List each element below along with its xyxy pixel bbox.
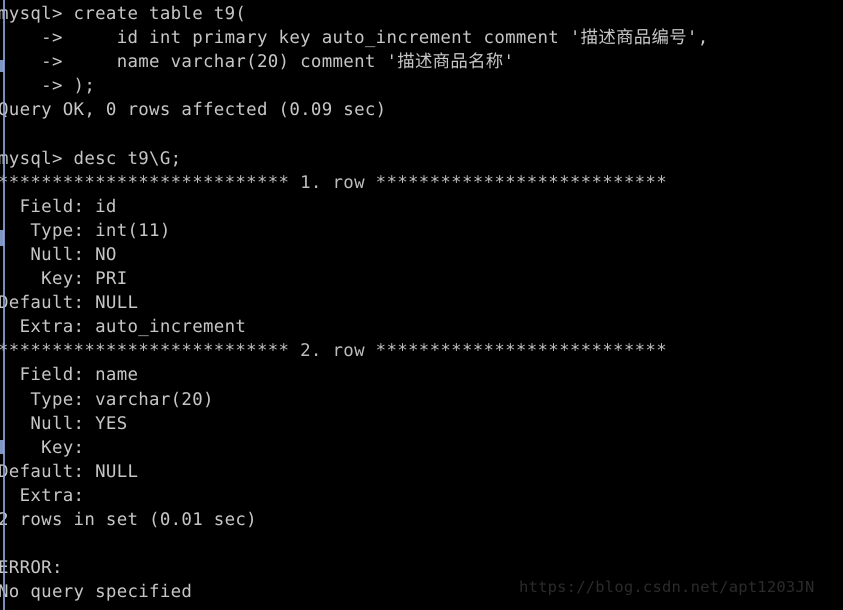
console-line-blank xyxy=(0,532,843,556)
console-line: Key: xyxy=(0,437,96,458)
terminal-window[interactable]: mysql> create table t9( -> id int primar… xyxy=(0,0,843,610)
window-left-edge xyxy=(3,0,5,610)
console-line: -> name varchar(20) comment '描述商品名称' xyxy=(0,52,515,73)
console-line: Type: varchar(20) xyxy=(0,389,214,410)
console-line: Null: NO xyxy=(0,244,117,265)
console-line: Field: id xyxy=(0,196,117,217)
console-line: Type: int(11) xyxy=(0,220,171,241)
console-line: Key: PRI xyxy=(0,269,128,290)
console-line: -> id int primary key auto_increment com… xyxy=(0,28,709,49)
console-output[interactable]: mysql> create table t9( -> id int primar… xyxy=(0,2,843,604)
watermark-url: https://blog.csdn.net/apt1203JN xyxy=(519,578,815,596)
console-line: Extra: xyxy=(0,485,96,506)
console-line-blank xyxy=(0,122,843,146)
console-line: mysql> desc t9\G; xyxy=(0,148,182,169)
console-line: Default: NULL xyxy=(0,293,139,314)
console-line: mysql> create table t9( xyxy=(0,4,247,24)
console-line: -> ); xyxy=(0,76,96,97)
console-line: 2 rows in set (0.01 sec) xyxy=(0,509,257,530)
console-line: Null: YES xyxy=(0,413,128,434)
console-row-separator: *************************** 2. row *****… xyxy=(0,341,667,362)
console-line: Extra: auto_increment xyxy=(0,317,247,338)
console-row-separator: *************************** 1. row *****… xyxy=(0,172,667,193)
console-line: Field: name xyxy=(0,365,139,386)
console-error-header: ERROR: xyxy=(0,558,63,579)
console-line: Default: NULL xyxy=(0,461,139,482)
console-line: Query OK, 0 rows affected (0.09 sec) xyxy=(0,100,387,121)
